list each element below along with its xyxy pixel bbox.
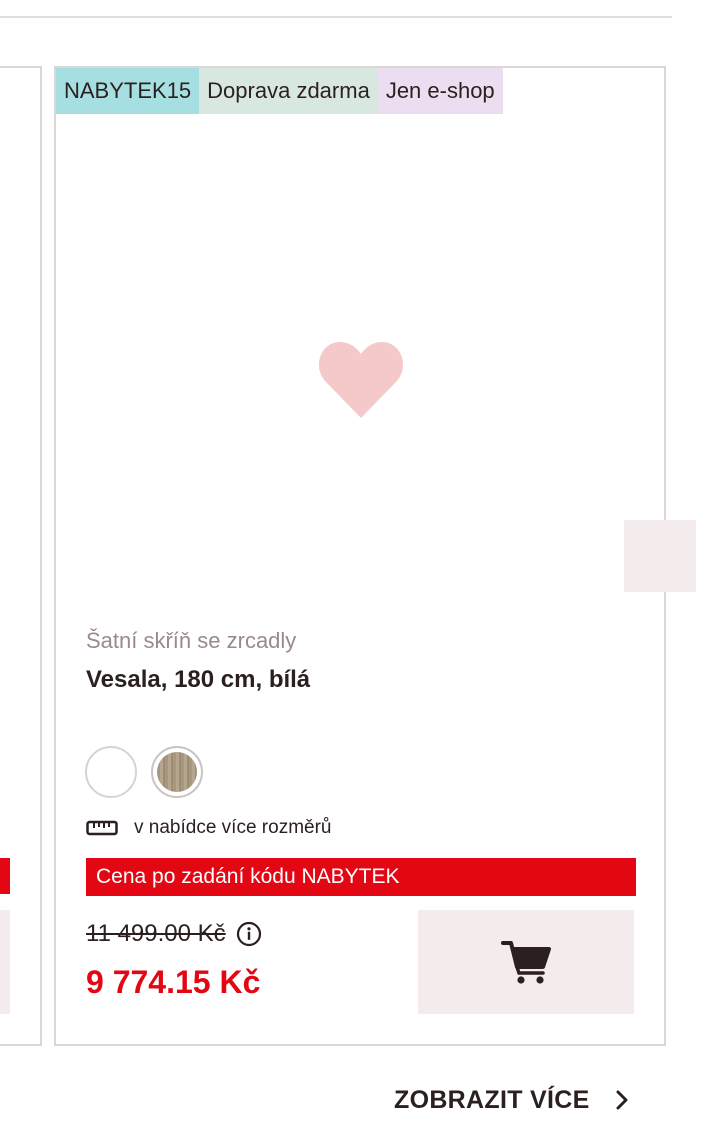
product-category: Šatní skříň se zrcadly <box>86 628 297 653</box>
badge-list: NABYTEK15 Doprava zdarma Jen e-shop <box>56 68 503 114</box>
chevron-right-icon <box>616 1090 628 1110</box>
add-to-cart-button[interactable] <box>418 910 634 1014</box>
more-sizes-label: v nabídce více rozměrů <box>134 817 332 838</box>
ruler-icon <box>86 820 118 836</box>
product-carousel: NABYTEK15 Doprava zdarma Jen e-shop Šatn… <box>0 0 704 1123</box>
color-swatch-white[interactable] <box>85 746 137 798</box>
oak-texture <box>157 752 197 792</box>
show-more-link[interactable]: ZOBRAZIT VÍCE <box>394 1080 632 1120</box>
old-price-row: 11 499.00 Kč <box>86 920 262 948</box>
discount-code-badge: NABYTEK15 <box>56 68 200 114</box>
eshop-only-badge: Jen e-shop <box>377 68 503 114</box>
divider <box>0 16 672 18</box>
product-card[interactable]: NABYTEK15 Doprava zdarma Jen e-shop Šatn… <box>54 66 666 1046</box>
sale-price: 9 774.15 Kč <box>86 964 261 1000</box>
show-more-label: ZOBRAZIT VÍCE <box>394 1085 590 1114</box>
cart-icon <box>501 941 551 984</box>
previous-card-cart-button[interactable] <box>0 910 10 1014</box>
old-price: 11 499.00 Kč <box>86 920 226 947</box>
promo-code-bar: Cena po zadání kódu NABYTEK <box>86 858 636 896</box>
heart-icon[interactable] <box>318 340 404 420</box>
color-swatch-oak[interactable] <box>151 746 203 798</box>
more-sizes-note: v nabídce více rozměrů <box>86 816 331 840</box>
previous-product-card[interactable] <box>0 66 42 1046</box>
info-icon[interactable] <box>236 921 262 947</box>
free-shipping-badge: Doprava zdarma <box>199 68 378 114</box>
next-slide-button[interactable] <box>624 520 696 592</box>
previous-card-promo-bar <box>0 858 10 894</box>
product-title[interactable]: Vesala, 180 cm, bílá <box>86 666 310 694</box>
